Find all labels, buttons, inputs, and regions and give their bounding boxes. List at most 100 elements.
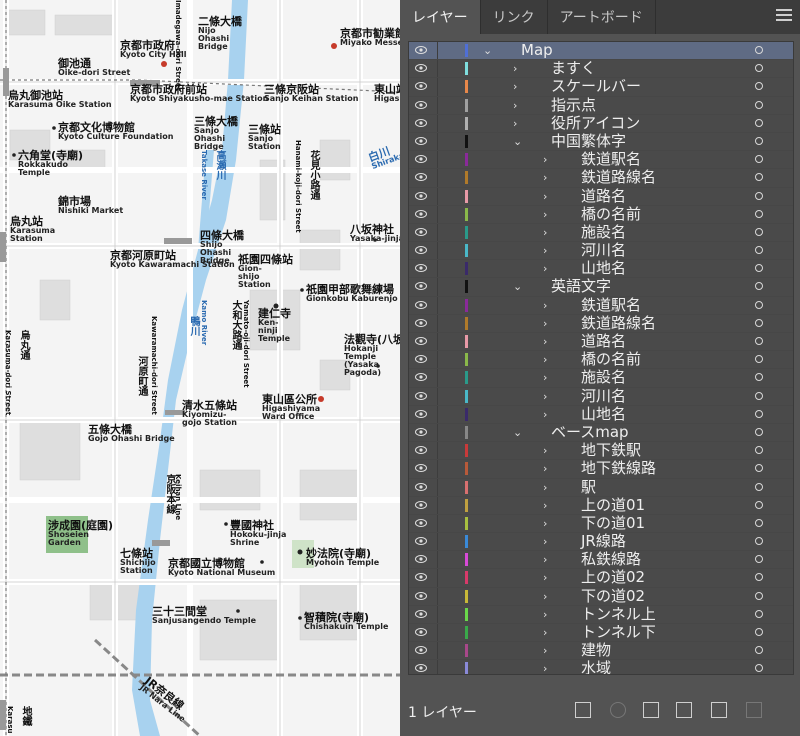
- target-circle-icon[interactable]: [755, 46, 763, 54]
- lock-column[interactable]: [437, 533, 438, 551]
- layer-row[interactable]: › 地下鉄線路: [409, 460, 793, 479]
- visibility-eye-icon[interactable]: [415, 518, 427, 527]
- lock-column[interactable]: [437, 278, 438, 296]
- lock-column[interactable]: [437, 60, 438, 78]
- visibility-eye-icon[interactable]: [415, 191, 427, 200]
- visibility-eye-icon[interactable]: [415, 100, 427, 109]
- layer-row[interactable]: › 道路名: [409, 187, 793, 206]
- layer-row[interactable]: › トンネル上: [409, 605, 793, 624]
- visibility-eye-icon[interactable]: [415, 446, 427, 455]
- visibility-eye-icon[interactable]: [415, 46, 427, 54]
- layer-row[interactable]: › 指示点: [409, 96, 793, 115]
- chevron-right-icon[interactable]: ›: [543, 462, 553, 475]
- new-layer-icon[interactable]: [711, 702, 727, 718]
- layer-row[interactable]: › 河川名: [409, 387, 793, 406]
- visibility-eye-icon[interactable]: [415, 609, 427, 618]
- lock-column[interactable]: [437, 333, 438, 351]
- layer-row[interactable]: › JR線路: [409, 533, 793, 552]
- layer-list[interactable]: ⌄ Map › ますく › スケールバー › 指示点 › 役所アイコン ⌄ 中国繁体字 › 鉄道駅名 › 鉄道…: [408, 41, 794, 675]
- chevron-right-icon[interactable]: ›: [513, 99, 523, 112]
- lock-column[interactable]: [437, 314, 438, 332]
- lock-column[interactable]: [437, 569, 438, 587]
- chevron-right-icon[interactable]: ›: [543, 626, 553, 639]
- visibility-eye-icon[interactable]: [415, 337, 427, 345]
- lock-column[interactable]: [437, 260, 438, 278]
- chevron-right-icon[interactable]: ›: [543, 535, 553, 548]
- target-circle-icon[interactable]: [755, 609, 763, 618]
- lock-column[interactable]: [437, 369, 438, 387]
- target-circle-icon[interactable]: [755, 500, 763, 509]
- target-circle-icon[interactable]: [755, 355, 763, 364]
- lock-column[interactable]: [437, 605, 438, 623]
- lock-column[interactable]: [437, 387, 438, 405]
- lock-column[interactable]: [437, 660, 438, 674]
- chevron-right-icon[interactable]: ›: [543, 608, 553, 621]
- visibility-eye-icon[interactable]: [415, 482, 427, 491]
- layer-row[interactable]: › 下の道02: [409, 587, 793, 606]
- lock-column[interactable]: [437, 442, 438, 460]
- lock-column[interactable]: [437, 132, 438, 151]
- lock-column[interactable]: [437, 169, 438, 187]
- target-circle-icon[interactable]: [755, 573, 763, 582]
- lock-column[interactable]: [437, 624, 438, 642]
- target-circle-icon[interactable]: [755, 118, 763, 127]
- chevron-right-icon[interactable]: ›: [513, 117, 523, 130]
- chevron-down-icon[interactable]: ⌄: [513, 135, 523, 148]
- locate-object-icon[interactable]: [610, 702, 626, 718]
- target-circle-icon[interactable]: [755, 136, 763, 145]
- lock-column[interactable]: [437, 460, 438, 478]
- layer-row[interactable]: ⌄ Map: [409, 42, 793, 61]
- lock-column[interactable]: [437, 78, 438, 96]
- chevron-right-icon[interactable]: ›: [543, 353, 553, 366]
- layer-row[interactable]: › 役所アイコン: [409, 114, 793, 133]
- lock-column[interactable]: [437, 42, 438, 60]
- chevron-right-icon[interactable]: ›: [543, 408, 553, 421]
- layer-row[interactable]: › 鉄道駅名: [409, 151, 793, 170]
- tab-links[interactable]: リンク: [481, 0, 548, 34]
- layer-row[interactable]: › 地下鉄駅: [409, 442, 793, 461]
- layer-row[interactable]: › 建物: [409, 642, 793, 661]
- target-circle-icon[interactable]: [755, 100, 763, 109]
- target-circle-icon[interactable]: [755, 664, 763, 673]
- target-circle-icon[interactable]: [755, 482, 763, 491]
- target-circle-icon[interactable]: [755, 173, 763, 182]
- target-circle-icon[interactable]: [755, 427, 763, 436]
- visibility-eye-icon[interactable]: [415, 118, 427, 127]
- target-circle-icon[interactable]: [755, 446, 763, 455]
- chevron-down-icon[interactable]: ⌄: [513, 426, 523, 439]
- visibility-eye-icon[interactable]: [415, 282, 427, 291]
- layer-row[interactable]: › 施設名: [409, 223, 793, 243]
- lock-column[interactable]: [437, 514, 438, 533]
- layer-row[interactable]: › 山地名: [409, 260, 793, 279]
- chevron-right-icon[interactable]: ›: [543, 517, 553, 530]
- target-circle-icon[interactable]: [755, 518, 763, 527]
- target-circle-icon[interactable]: [755, 300, 763, 309]
- chevron-right-icon[interactable]: ›: [543, 335, 553, 348]
- chevron-right-icon[interactable]: ›: [543, 662, 553, 674]
- visibility-eye-icon[interactable]: [415, 246, 427, 255]
- target-circle-icon[interactable]: [755, 391, 763, 400]
- chevron-right-icon[interactable]: ›: [513, 80, 523, 93]
- target-circle-icon[interactable]: [755, 64, 763, 73]
- visibility-eye-icon[interactable]: [415, 209, 427, 218]
- visibility-eye-icon[interactable]: [415, 573, 427, 582]
- export-icon[interactable]: [575, 702, 591, 718]
- target-circle-icon[interactable]: [755, 591, 763, 600]
- layer-row[interactable]: › 鉄道路線名: [409, 314, 793, 333]
- tab-artboards[interactable]: アートボード: [548, 0, 656, 34]
- visibility-eye-icon[interactable]: [415, 318, 427, 327]
- target-circle-icon[interactable]: [755, 246, 763, 255]
- layer-row[interactable]: › ますく: [409, 60, 793, 79]
- chevron-right-icon[interactable]: ›: [543, 317, 553, 330]
- chevron-right-icon[interactable]: ›: [543, 371, 553, 384]
- layer-row[interactable]: › 鉄道路線名: [409, 169, 793, 188]
- visibility-eye-icon[interactable]: [415, 628, 427, 636]
- target-circle-icon[interactable]: [755, 191, 763, 200]
- map-canvas[interactable]: 京都市政府 Kyoto City Hall 二條大橋 Nijo Ohashi Bri…: [0, 0, 400, 736]
- layer-row[interactable]: › 河川名: [409, 242, 793, 261]
- lock-column[interactable]: [437, 151, 438, 169]
- visibility-eye-icon[interactable]: [415, 646, 427, 655]
- chevron-right-icon[interactable]: ›: [543, 481, 553, 494]
- target-circle-icon[interactable]: [755, 209, 763, 218]
- visibility-eye-icon[interactable]: [415, 155, 427, 164]
